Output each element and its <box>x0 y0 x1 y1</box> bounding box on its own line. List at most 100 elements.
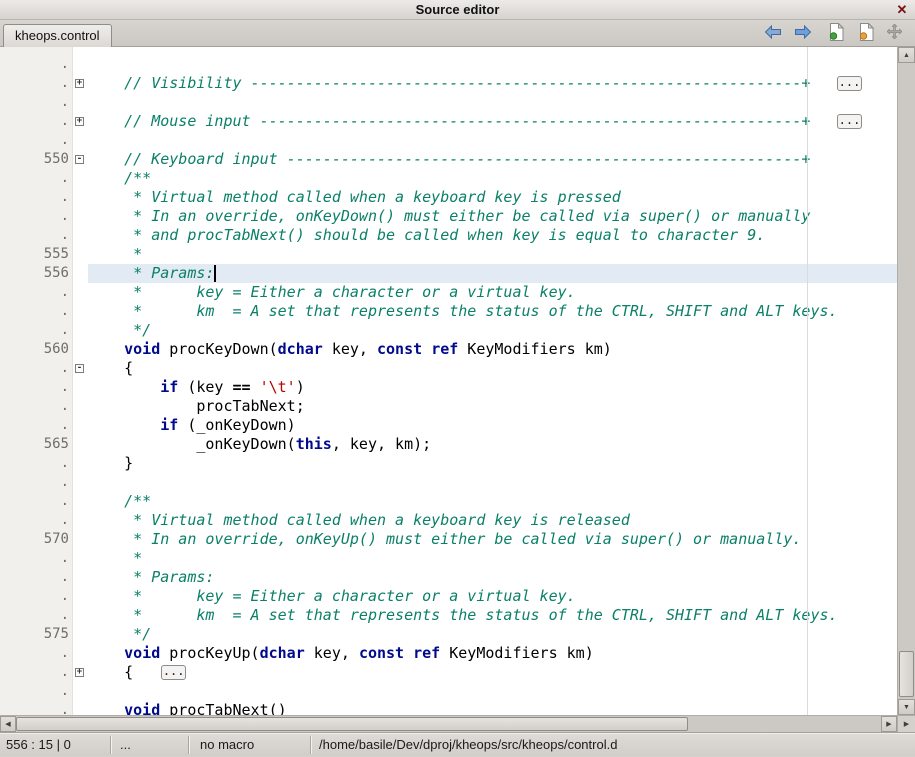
document-green-button[interactable] <box>825 24 847 44</box>
code-line[interactable]: . void procTabNext() <box>0 701 897 715</box>
fold-expand-icon[interactable]: + <box>75 668 84 677</box>
code-line[interactable]: . } <box>0 454 897 473</box>
code-text[interactable]: // Keyboard input ----------------------… <box>88 150 897 169</box>
horizontal-scrollbar[interactable]: ◀ ▶ <box>0 715 897 732</box>
code-text[interactable] <box>88 473 897 492</box>
code-line[interactable]: 560 void procKeyDown(dchar key, const re… <box>0 340 897 359</box>
code-line[interactable]: . */ <box>0 321 897 340</box>
line-number[interactable]: . <box>0 492 73 511</box>
code-text[interactable]: * Virtual method called when a keyboard … <box>88 511 897 530</box>
line-number[interactable]: . <box>0 568 73 587</box>
collapsed-code-ellipsis[interactable]: ... <box>837 114 862 129</box>
line-number[interactable]: 560 <box>0 340 73 359</box>
code-line[interactable]: . if (key == '\t') <box>0 378 897 397</box>
code-text[interactable] <box>88 55 897 74</box>
document-orange-button[interactable] <box>855 24 877 44</box>
line-number[interactable]: . <box>0 416 73 435</box>
fold-collapse-icon[interactable]: - <box>75 155 84 164</box>
code-line[interactable]: . <box>0 473 897 492</box>
code-text[interactable]: /** <box>88 169 897 188</box>
code-line[interactable]: 556 * Params: <box>0 264 897 283</box>
code-text[interactable]: * and procTabNext() should be called whe… <box>88 226 897 245</box>
line-number[interactable]: . <box>0 359 73 378</box>
scroll-left-button[interactable]: ◀ <box>0 716 16 732</box>
code-text[interactable]: // Mouse input -------------------------… <box>88 112 897 131</box>
code-text[interactable]: * km = A set that represents the status … <box>88 606 897 625</box>
line-number[interactable]: 565 <box>0 435 73 454</box>
code-line[interactable]: 555 * <box>0 245 897 264</box>
line-number[interactable]: . <box>0 93 73 112</box>
line-number[interactable]: . <box>0 473 73 492</box>
code-text[interactable]: if (_onKeyDown) <box>88 416 897 435</box>
line-number[interactable]: . <box>0 587 73 606</box>
line-number[interactable]: . <box>0 55 73 74</box>
line-number[interactable]: 555 <box>0 245 73 264</box>
line-number[interactable]: . <box>0 701 73 715</box>
code-text[interactable]: if (key == '\t') <box>88 378 897 397</box>
code-line[interactable]: . void procKeyUp(dchar key, const ref Ke… <box>0 644 897 663</box>
code-line[interactable]: 550- // Keyboard input -----------------… <box>0 150 897 169</box>
scroll-right-button[interactable]: ▶ <box>881 716 897 732</box>
line-number[interactable]: . <box>0 226 73 245</box>
fold-collapse-icon[interactable]: - <box>75 364 84 373</box>
code-text[interactable]: void procTabNext() <box>88 701 897 715</box>
line-number[interactable]: . <box>0 74 73 93</box>
line-number[interactable]: . <box>0 283 73 302</box>
code-text[interactable]: * Params: <box>88 264 897 283</box>
code-text[interactable]: * In an override, onKeyDown() must eithe… <box>88 207 897 226</box>
code-text[interactable] <box>88 131 897 150</box>
code-line[interactable]: .+ {... <box>0 663 897 682</box>
code-editor[interactable]: ..+ // Visibility ----------------------… <box>0 47 897 715</box>
code-line[interactable]: .+ // Mouse input ----------------------… <box>0 112 897 131</box>
code-line[interactable]: . <box>0 131 897 150</box>
code-text[interactable]: /** <box>88 492 897 511</box>
code-line[interactable]: . * km = A set that represents the statu… <box>0 606 897 625</box>
code-line[interactable]: . * Params: <box>0 568 897 587</box>
code-text[interactable]: */ <box>88 321 897 340</box>
line-number[interactable]: 575 <box>0 625 73 644</box>
code-text[interactable]: // Visibility --------------------------… <box>88 74 897 93</box>
collapsed-code-ellipsis[interactable]: ... <box>837 76 862 91</box>
code-line[interactable]: . if (_onKeyDown) <box>0 416 897 435</box>
line-number[interactable]: . <box>0 188 73 207</box>
code-text[interactable]: _onKeyDown(this, key, km); <box>88 435 897 454</box>
code-line[interactable]: . <box>0 682 897 701</box>
code-line[interactable]: . * key = Either a character or a virtua… <box>0 283 897 302</box>
scrollbar-corner[interactable]: ▶ <box>897 715 915 732</box>
code-line[interactable]: . <box>0 93 897 112</box>
line-number[interactable]: 556 <box>0 264 73 283</box>
line-number[interactable]: . <box>0 606 73 625</box>
code-text[interactable]: */ <box>88 625 897 644</box>
code-text[interactable]: { <box>88 359 897 378</box>
line-number[interactable]: . <box>0 644 73 663</box>
code-line[interactable]: . * <box>0 549 897 568</box>
code-text[interactable]: * km = A set that represents the status … <box>88 302 897 321</box>
code-text[interactable]: } <box>88 454 897 473</box>
line-number[interactable]: . <box>0 549 73 568</box>
line-number[interactable]: . <box>0 302 73 321</box>
line-number[interactable]: . <box>0 663 73 682</box>
scroll-up-button[interactable]: ▲ <box>898 47 915 63</box>
code-text[interactable]: procTabNext; <box>88 397 897 416</box>
code-line[interactable]: .- { <box>0 359 897 378</box>
code-line[interactable]: . * and procTabNext() should be called w… <box>0 226 897 245</box>
code-line[interactable]: .+ // Visibility -----------------------… <box>0 74 897 93</box>
code-text[interactable]: * Virtual method called when a keyboard … <box>88 188 897 207</box>
line-number[interactable]: . <box>0 112 73 131</box>
vertical-scrollbar-thumb[interactable] <box>899 651 914 697</box>
line-number[interactable]: . <box>0 169 73 188</box>
fold-expand-icon[interactable]: + <box>75 79 84 88</box>
code-line[interactable]: . * In an override, onKeyDown() must eit… <box>0 207 897 226</box>
code-text[interactable]: * <box>88 245 897 264</box>
code-line[interactable]: . * Virtual method called when a keyboar… <box>0 188 897 207</box>
horizontal-scrollbar-thumb[interactable] <box>16 717 688 731</box>
line-number[interactable]: . <box>0 682 73 701</box>
code-text[interactable]: void procKeyDown(dchar key, const ref Ke… <box>88 340 897 359</box>
code-text[interactable] <box>88 93 897 112</box>
code-text[interactable]: * In an override, onKeyUp() must either … <box>88 530 897 549</box>
code-line[interactable]: . /** <box>0 492 897 511</box>
code-text[interactable]: void procKeyUp(dchar key, const ref KeyM… <box>88 644 897 663</box>
code-line[interactable]: 565 _onKeyDown(this, key, km); <box>0 435 897 454</box>
detach-editor-button[interactable] <box>883 24 905 44</box>
line-number[interactable]: . <box>0 511 73 530</box>
